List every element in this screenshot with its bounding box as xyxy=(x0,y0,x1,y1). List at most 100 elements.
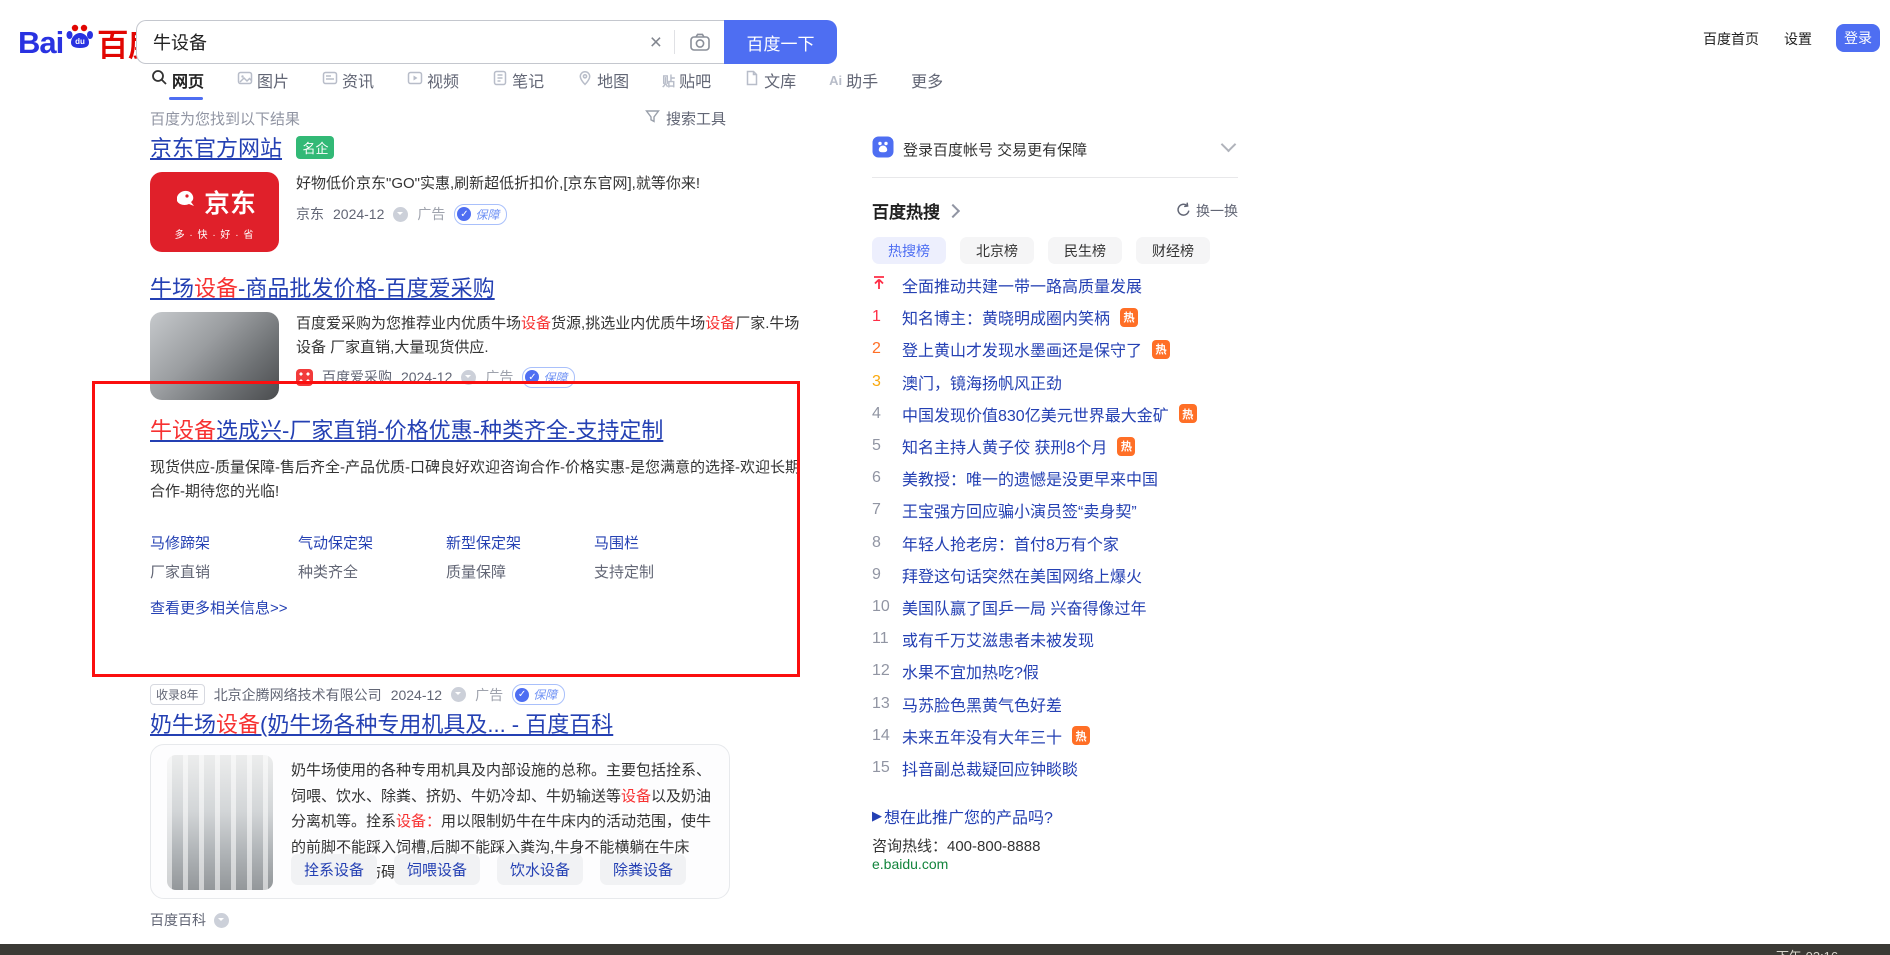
hot-item[interactable]: 8年轻人抢老房：首付8万有个家 xyxy=(872,527,1238,559)
guarantee-badge: ✓ 保障 xyxy=(522,367,575,388)
clear-search-icon[interactable]: × xyxy=(638,32,674,53)
jd-dog-icon xyxy=(172,187,198,216)
hot-item[interactable]: 3澳门，镜海扬帆风正劲 xyxy=(872,366,1238,398)
tab-tieba[interactable]: 贴 贴吧 xyxy=(662,68,711,100)
hot-item[interactable]: 2登上黄山才发现水墨画还是保守了热 xyxy=(872,333,1238,365)
hot-tab-livelihood[interactable]: 民生榜 xyxy=(1048,237,1122,264)
feedback-icon[interactable] xyxy=(393,207,408,222)
tab-maps[interactable]: 地图 xyxy=(577,68,629,100)
see-more-link[interactable]: 查看更多相关信息>> xyxy=(150,597,288,618)
login-banner[interactable]: 登录百度帐号 交易更有保障 xyxy=(872,136,1238,162)
feedback-icon[interactable] xyxy=(451,687,466,702)
result-thumbnail-machine[interactable] xyxy=(150,312,279,400)
baidu-paw-icon: du xyxy=(65,22,95,60)
hot-item[interactable]: 11或有千万艾滋患者未被发现 xyxy=(872,623,1238,655)
hot-item-link[interactable]: 澳门，镜海扬帆风正劲 xyxy=(902,370,1062,394)
divider xyxy=(872,177,1238,178)
hot-search-title[interactable]: 百度热搜 xyxy=(872,198,940,223)
hot-tab-beijing[interactable]: 北京榜 xyxy=(960,237,1034,264)
hot-item[interactable]: 4中国发现价值830亿美元世界最大金矿热 xyxy=(872,398,1238,430)
hot-item-link[interactable]: 知名博主：黄晓明成圈内笑柄 xyxy=(902,305,1110,329)
hot-rank: 4 xyxy=(872,405,892,423)
hot-search-tabs: 热搜榜 北京榜 民生榜 财经榜 xyxy=(872,237,1238,264)
result-date: 2024-12 xyxy=(391,687,442,703)
camera-search-icon[interactable] xyxy=(675,31,725,53)
hot-item-link[interactable]: 王宝强方回应骗小演员签“卖身契” xyxy=(902,498,1137,522)
tab-webpage[interactable]: 网页 xyxy=(151,68,204,100)
hot-item-link[interactable]: 马苏脸色黑黄气色好差 xyxy=(902,692,1062,716)
search-button[interactable]: 百度一下 xyxy=(724,20,837,64)
product-title[interactable]: 马围栏 xyxy=(594,532,701,553)
hot-item-link[interactable]: 未来五年没有大年三十 xyxy=(902,724,1062,748)
chevron-right-icon[interactable] xyxy=(946,203,960,217)
baike-card[interactable]: 奶牛场使用的各种专用机具及内部设施的总称。主要包括拴系、饲喂、饮水、除粪、挤奶、… xyxy=(150,744,730,899)
product-title[interactable]: 马修蹄架 xyxy=(150,532,257,553)
tag-button[interactable]: 除粪设备 xyxy=(600,854,686,885)
search-icon xyxy=(151,69,168,91)
chevron-down-icon[interactable] xyxy=(1221,137,1237,153)
hot-item-link[interactable]: 抖音副总裁疑回应钟睒睒 xyxy=(902,756,1078,780)
hot-item-link[interactable]: 年轻人抢老房：首付8万有个家 xyxy=(902,531,1119,555)
search-box[interactable]: × xyxy=(136,20,725,64)
product-title[interactable]: 新型保定架 xyxy=(446,532,553,553)
tag-button[interactable]: 饮水设备 xyxy=(497,854,583,885)
hot-item[interactable]: 10美国队赢了国乒一局 兴奋得像过年 xyxy=(872,591,1238,623)
promotion-link[interactable]: ▶ 想在此推广您的产品吗? xyxy=(872,804,1053,828)
hot-item-link[interactable]: 水果不宜加热吃?假 xyxy=(902,659,1039,683)
result-title-link[interactable]: 牛设备选成兴-厂家直销-价格优惠-种类齐全-支持定制 xyxy=(150,418,663,443)
tab-ai-assistant[interactable]: Ai 助手 xyxy=(829,68,878,100)
tab-news[interactable]: 资讯 xyxy=(322,68,374,100)
baike-thumbnail-milking-parlor[interactable] xyxy=(167,755,273,890)
hot-item[interactable]: 15抖音副总裁疑回应钟睒睒 xyxy=(872,752,1238,784)
hot-item-link[interactable]: 中国发现价值830亿美元世界最大金矿 xyxy=(902,402,1169,426)
hot-item[interactable]: 14未来五年没有大年三十热 xyxy=(872,720,1238,752)
product-card[interactable]: 气动保定架 种类齐全 xyxy=(298,515,405,582)
hot-item[interactable]: 1知名博主：黄晓明成圈内笑柄热 xyxy=(872,301,1238,333)
tab-images[interactable]: 图片 xyxy=(237,68,289,100)
product-card[interactable]: 马围栏 支持定制 xyxy=(594,515,701,582)
baidu-serp-page: Bai du 百度 × 百度一下 百度首页 设置 登录 xyxy=(0,0,1890,955)
hot-tab-trending[interactable]: 热搜榜 xyxy=(872,237,946,264)
refresh-button[interactable]: 换一换 xyxy=(1176,201,1238,221)
login-button[interactable]: 登录 xyxy=(1836,24,1880,52)
tab-video[interactable]: 视频 xyxy=(407,68,459,100)
search-input[interactable] xyxy=(137,32,638,53)
product-card[interactable]: 马修蹄架 厂家直销 xyxy=(150,515,257,582)
hot-item-link[interactable]: 登上黄山才发现水墨画还是保守了 xyxy=(902,337,1142,361)
tab-notes[interactable]: 笔记 xyxy=(492,68,544,100)
hot-item[interactable]: 13马苏脸色黑黄气色好差 xyxy=(872,687,1238,719)
settings-link[interactable]: 设置 xyxy=(1784,29,1812,49)
hot-item-link[interactable]: 或有千万艾滋患者未被发现 xyxy=(902,627,1094,651)
tag-button[interactable]: 饲喂设备 xyxy=(394,854,480,885)
hot-item[interactable]: 7王宝强方回应骗小演员签“卖身契” xyxy=(872,494,1238,526)
hot-item-top[interactable]: 全面推动共建一带一路高质量发展 xyxy=(872,269,1238,301)
hot-tab-finance[interactable]: 财经榜 xyxy=(1136,237,1210,264)
tab-more[interactable]: 更多 xyxy=(911,68,943,100)
product-card[interactable]: 新型保定架 质量保障 xyxy=(446,515,553,582)
feedback-icon[interactable] xyxy=(214,913,229,928)
result-title-link[interactable]: 京东官方网站 xyxy=(150,136,282,161)
hot-item-link[interactable]: 全面推动共建一带一路高质量发展 xyxy=(902,273,1142,297)
hot-item-link[interactable]: 知名主持人黄子佼 获刑8个月 xyxy=(902,434,1107,458)
result-title-link[interactable]: 奶牛场设备(奶牛场各种专用机具及... - 百度百科 xyxy=(150,712,613,738)
taskbar[interactable]: 下午 03:16 xyxy=(0,944,1890,955)
baidu-home-link[interactable]: 百度首页 xyxy=(1703,29,1759,49)
tab-wenku[interactable]: 文库 xyxy=(744,68,796,100)
promotion-url[interactable]: e.baidu.com xyxy=(872,856,948,872)
hot-item[interactable]: 6美教授：唯一的遗憾是没更早来中国 xyxy=(872,462,1238,494)
hot-item[interactable]: 12水果不宜加热吃?假 xyxy=(872,655,1238,687)
jd-logo-thumbnail[interactable]: 京东 多 · 快 · 好 · 省 xyxy=(150,172,279,252)
login-banner-text: 登录百度帐号 交易更有保障 xyxy=(903,139,1087,160)
tag-button[interactable]: 拴系设备 xyxy=(291,854,377,885)
hot-item-link[interactable]: 拜登这句话突然在美国网络上爆火 xyxy=(902,563,1142,587)
feedback-icon[interactable] xyxy=(461,370,476,385)
hot-item[interactable]: 9 拜登这句话突然在美国网络上爆火 xyxy=(872,559,1238,591)
product-title[interactable]: 气动保定架 xyxy=(298,532,405,553)
result-title-link[interactable]: 牛场设备-商品批发价格-百度爱采购 xyxy=(150,276,495,301)
hot-rank: 9 xyxy=(872,566,892,584)
search-tools-button[interactable]: 搜索工具 xyxy=(645,108,726,129)
hot-item[interactable]: 5知名主持人黄子佼 获刑8个月热 xyxy=(872,430,1238,462)
hot-item-link[interactable]: 美教授：唯一的遗憾是没更早来中国 xyxy=(902,466,1158,490)
famous-enterprise-badge[interactable]: 名企 xyxy=(296,136,334,159)
hot-item-link[interactable]: 美国队赢了国乒一局 兴奋得像过年 xyxy=(902,595,1146,619)
